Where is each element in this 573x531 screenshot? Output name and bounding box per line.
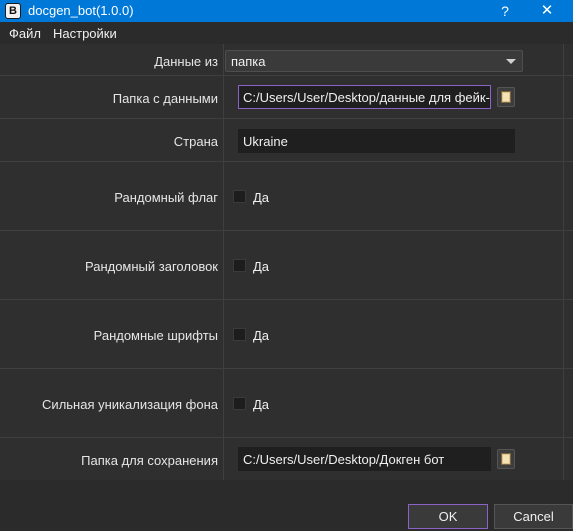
data-source-combobox[interactable]: папка — [225, 50, 523, 72]
menu-bar: Файл Настройки — [0, 22, 573, 44]
folder-icon — [501, 91, 511, 103]
menu-file[interactable]: Файл — [9, 26, 41, 41]
menu-settings[interactable]: Настройки — [53, 26, 117, 41]
save-folder-input[interactable]: C:/Users/User/Desktop/Докген бот — [238, 447, 491, 471]
data-folder-input[interactable]: C:/Users/User/Desktop/данные для фейк-п — [238, 85, 491, 109]
row-strong-bg-unique: Сильная уникализация фона Да — [0, 369, 573, 438]
chevron-down-icon — [506, 59, 516, 64]
browse-save-folder-button[interactable] — [497, 449, 515, 469]
random-flag-label: Рандомный флаг — [114, 190, 218, 205]
data-source-label: Данные из — [154, 54, 218, 69]
country-label: Страна — [173, 134, 218, 149]
save-folder-label: Папка для сохранения — [81, 453, 218, 468]
close-button[interactable]: ✕ — [527, 0, 567, 22]
random-flag-checkbox-label[interactable]: Да — [253, 190, 269, 205]
row-data-folder: Папка с данными C:/Users/User/Desktop/да… — [0, 76, 573, 119]
row-save-folder: Папка для сохранения C:/Users/User/Deskt… — [0, 438, 573, 480]
help-button[interactable]: ? — [485, 0, 525, 22]
row-country: Страна Ukraine — [0, 119, 573, 162]
row-random-fonts: Рандомные шрифты Да — [0, 300, 573, 369]
browse-data-folder-button[interactable] — [497, 87, 515, 107]
random-header-checkbox[interactable] — [233, 259, 246, 272]
data-source-value: папка — [231, 54, 266, 69]
data-folder-label: Папка с данными — [112, 91, 218, 106]
country-input[interactable]: Ukraine — [238, 129, 515, 153]
title-bar[interactable]: B docgen_bot(1.0.0) ? ✕ — [0, 0, 573, 22]
app-logo-icon: B — [5, 3, 21, 19]
ok-button[interactable]: OK — [408, 504, 488, 529]
row-random-header: Рандомный заголовок Да — [0, 231, 573, 300]
random-fonts-label: Рандомные шрифты — [93, 328, 218, 343]
window-title: docgen_bot(1.0.0) — [28, 3, 134, 18]
strong-bg-unique-checkbox[interactable] — [233, 397, 246, 410]
row-random-flag: Рандомный флаг Да — [0, 162, 573, 231]
strong-bg-unique-label: Сильная уникализация фона — [42, 397, 218, 412]
random-fonts-checkbox[interactable] — [233, 328, 246, 341]
row-data-source: Данные из папка — [0, 44, 573, 76]
random-flag-checkbox[interactable] — [233, 190, 246, 203]
random-fonts-checkbox-label[interactable]: Да — [253, 328, 269, 343]
strong-bg-unique-checkbox-label[interactable]: Да — [253, 397, 269, 412]
random-header-checkbox-label[interactable]: Да — [253, 259, 269, 274]
cancel-button[interactable]: Cancel — [494, 504, 573, 529]
folder-icon — [501, 453, 511, 465]
dialog-footer: OK Cancel — [0, 480, 573, 531]
settings-form: Данные из папка Папка с данными C:/Users… — [0, 44, 573, 480]
random-header-label: Рандомный заголовок — [84, 259, 218, 274]
